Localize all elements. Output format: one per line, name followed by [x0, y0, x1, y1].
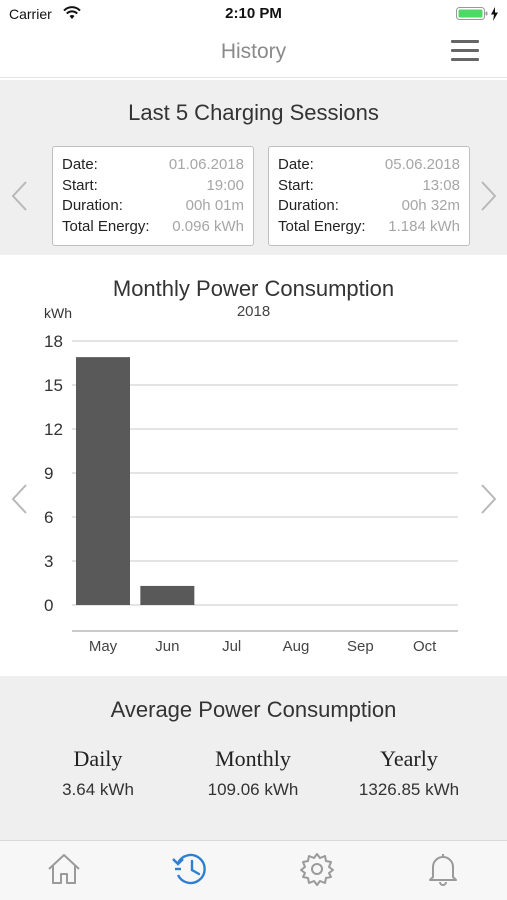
bell-icon[interactable]	[423, 849, 463, 889]
home-icon[interactable]	[44, 849, 84, 889]
history-icon[interactable]	[171, 849, 211, 889]
x-tick-label: Aug	[283, 638, 310, 655]
average-consumption-panel: Average Power Consumption Daily 3.64 kWh…	[0, 676, 507, 840]
yearly-label: Yearly	[380, 746, 438, 771]
daily-value: 3.64 kWh	[62, 780, 134, 799]
session-date: 01.06.2018	[168, 156, 244, 173]
status-bar: Carrier 2:10 PM	[0, 0, 507, 28]
hamburger-menu-icon[interactable]	[451, 40, 481, 64]
gear-icon[interactable]	[297, 849, 337, 889]
duration-label: Duration:	[278, 197, 339, 214]
y-tick-label: 18	[44, 332, 63, 351]
x-tick-label: Oct	[413, 638, 437, 655]
sessions-next-chevron-right-icon[interactable]	[478, 180, 498, 217]
session-date: 05.06.2018	[384, 156, 460, 173]
y-tick-label: 12	[44, 420, 63, 439]
monthly-value: 109.06 kWh	[207, 780, 299, 799]
sessions-prev-chevron-left-icon[interactable]	[10, 180, 30, 217]
monthly-average: Monthly 109.06 kWh	[173, 746, 333, 800]
y-tick-label: 6	[44, 508, 53, 527]
energy-label: Total Energy:	[62, 217, 150, 235]
charging-sessions-panel: Last 5 Charging Sessions Date: 01.06.2018…	[0, 80, 507, 255]
bar-may[interactable]	[76, 357, 130, 605]
x-tick-label: May	[89, 638, 118, 655]
bar-jun[interactable]	[140, 585, 195, 605]
session-energy: 1.184 kWh	[388, 217, 460, 235]
y-tick-label: 3	[44, 552, 53, 571]
y-tick-label: 9	[44, 464, 53, 483]
date-label: Date:	[278, 156, 314, 173]
daily-average: Daily 3.64 kWh	[18, 746, 178, 800]
monthly-label: Monthly	[215, 746, 291, 771]
session-start: 19:00	[206, 176, 244, 194]
session-duration: 00h 01m	[185, 197, 244, 214]
session-duration: 00h 32m	[401, 197, 460, 214]
navigation-bar: History	[0, 28, 507, 78]
x-tick-label: Sep	[347, 638, 374, 655]
energy-label: Total Energy:	[278, 217, 366, 235]
session-card[interactable]: Date: 01.06.2018 Start: 19:00 Duration: 00h…	[52, 146, 254, 246]
start-label: Start:	[278, 176, 314, 194]
start-label: Start:	[62, 176, 98, 194]
yearly-value: 1326.85 kWh	[358, 780, 460, 799]
session-start: 13:08	[422, 176, 460, 194]
daily-label: Daily	[73, 746, 123, 771]
page-title: History	[220, 40, 287, 63]
y-tick-label: 15	[44, 376, 63, 395]
duration-label: Duration:	[62, 197, 123, 214]
x-tick-label: Jul	[222, 638, 241, 655]
session-energy: 0.096 kWh	[172, 217, 244, 235]
x-tick-label: Jun	[155, 638, 179, 655]
battery-charging-icon	[456, 6, 500, 27]
monthly-consumption-panel: Monthly Power Consumption 2018 kWh 03691…	[0, 255, 507, 675]
tab-bar	[0, 840, 507, 900]
date-label: Date:	[62, 156, 98, 173]
session-card[interactable]: Date: 05.06.2018 Start: 13:08 Duration: 00h…	[268, 146, 470, 246]
clock-time: 2:10 PM	[225, 5, 282, 22]
y-tick-label: 0	[44, 596, 53, 615]
monthly-bar-chart: 0 3 6 9 12 15 18 May Jun Jul Aug Sep Oct	[44, 332, 458, 655]
average-title: Average Power Consumption	[110, 697, 397, 722]
yearly-average: Yearly 1326.85 kWh	[329, 746, 489, 800]
sessions-title: Last 5 Charging Sessions	[128, 100, 379, 125]
